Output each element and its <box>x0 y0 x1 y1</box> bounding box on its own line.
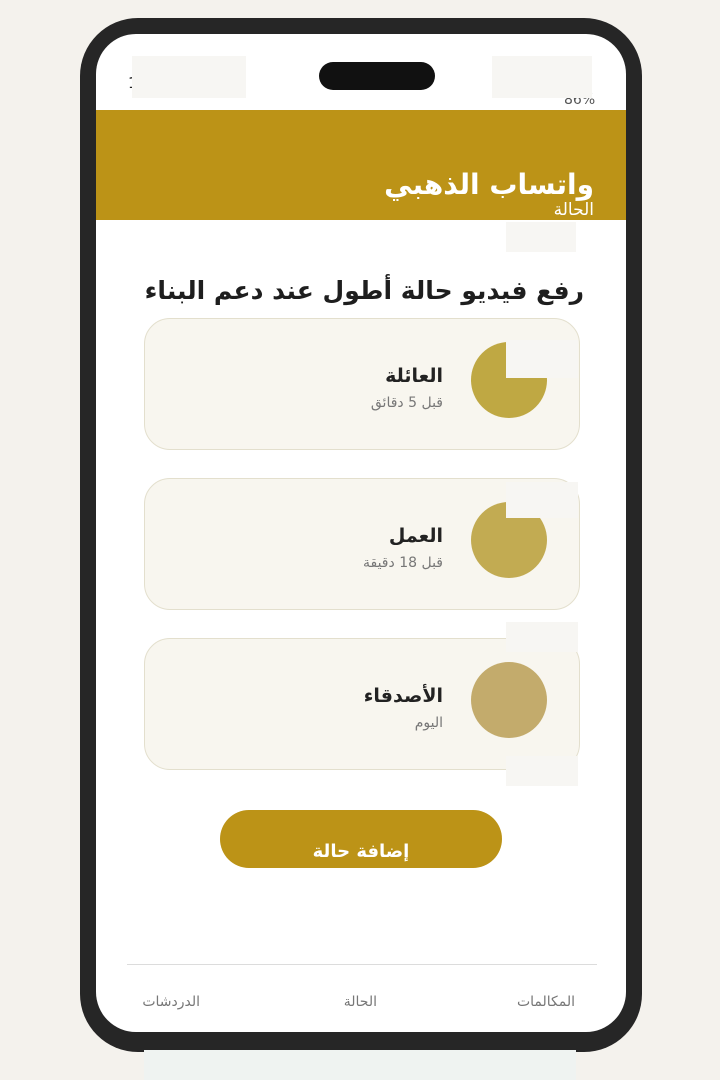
overlay-mask <box>506 222 576 252</box>
status-card-family[interactable]: العائلة قبل 5 دقائق <box>144 318 580 450</box>
overlay-mask <box>506 756 578 786</box>
status-bar-mask-right <box>492 56 592 98</box>
status-time: قبل 5 دقائق <box>370 395 443 411</box>
bottom-nav-divider <box>127 964 597 965</box>
status-time: قبل 18 دقيقة <box>362 555 443 571</box>
overlay-mask <box>506 482 578 518</box>
bottom-overlay-mask <box>144 1050 576 1080</box>
status-name: العائلة <box>385 365 443 387</box>
status-time: اليوم <box>414 715 443 731</box>
status-name: الأصدقاء <box>363 685 443 707</box>
app-title: واتساب الذهبي <box>384 168 594 201</box>
add-status-button[interactable]: إضافة حالة <box>220 810 502 868</box>
status-bar-mask-left <box>132 56 246 98</box>
phone-screen: 1 86% واتساب الذهبي الحالة رفع فيديو حال… <box>96 34 626 1032</box>
status-name: العمل <box>388 525 443 547</box>
feature-banner: رفع فيديو حالة أطول عند دعم البناء <box>144 276 584 305</box>
nav-item-status[interactable]: الحالة <box>344 994 377 1010</box>
overlay-mask <box>506 622 578 652</box>
camera-notch <box>319 62 435 90</box>
overlay-mask <box>506 340 578 378</box>
status-avatar <box>471 662 547 738</box>
nav-item-calls[interactable]: المكالمات <box>517 994 575 1010</box>
status-card-friends[interactable]: الأصدقاء اليوم <box>144 638 580 770</box>
app-header: واتساب الذهبي الحالة <box>96 110 626 220</box>
nav-item-chats[interactable]: الدردشات <box>142 994 200 1010</box>
phone-frame: 1 86% واتساب الذهبي الحالة رفع فيديو حال… <box>80 18 642 1052</box>
screen-subtitle: الحالة <box>553 200 594 220</box>
